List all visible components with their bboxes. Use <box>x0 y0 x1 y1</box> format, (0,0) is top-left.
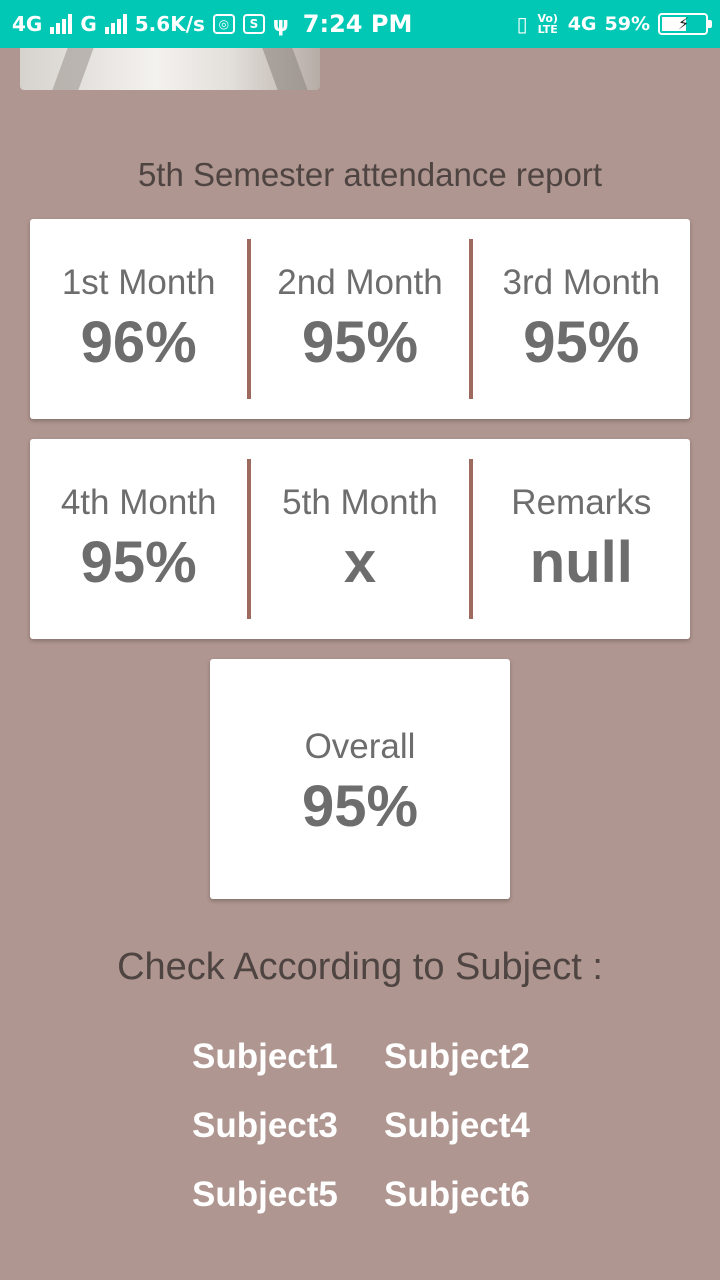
month-1-cell: 1st Month 96% <box>30 239 247 399</box>
month-2-value: 95% <box>301 310 419 375</box>
month-4-value: 95% <box>80 530 197 595</box>
battery-icon: ⚡ <box>658 13 712 35</box>
subject-2-link[interactable]: Subject2 <box>384 1036 544 1078</box>
month-2-label: 2nd Month <box>277 263 443 302</box>
month-5-label: 5th Month <box>282 483 438 522</box>
month-5-value: x <box>343 530 377 595</box>
subject-6-link[interactable]: Subject6 <box>384 1174 544 1216</box>
subject-list: Subject1 Subject2 Subject3 Subject4 Subj… <box>192 1036 544 1216</box>
month-1-label: 1st Month <box>61 263 216 302</box>
network-type-3: 4G <box>567 13 597 35</box>
status-bar: 4G G 5.6K/s ◎ S ψ 7:24 PM ▯ Vo) LTE 4G 5… <box>0 0 720 48</box>
subject-5-link[interactable]: Subject5 <box>192 1174 384 1216</box>
overall-value: 95% <box>301 774 419 839</box>
report-title: 5th Semester attendance report <box>137 156 603 193</box>
month-4-label: 4th Month <box>60 483 217 522</box>
overall-label: Overall <box>304 727 416 766</box>
signal-icon-2 <box>104 14 127 34</box>
network-speed: 5.6K/s <box>134 12 205 36</box>
subjects-title: Check According to Subject : <box>117 946 603 988</box>
month-3-value: 95% <box>523 310 640 375</box>
month-2-cell: 2nd Month 95% <box>247 239 468 399</box>
vibrate-icon: ▯ <box>516 12 528 36</box>
usb-icon: ψ <box>272 12 289 36</box>
month-1-value: 96% <box>80 310 197 375</box>
network-type-2: G <box>80 12 97 36</box>
month-5-cell: 5th Month x <box>247 459 468 619</box>
remarks-label: Remarks <box>511 483 652 522</box>
status-right: ▯ Vo) LTE 4G 59% ⚡ <box>516 12 712 36</box>
subject-4-link[interactable]: Subject4 <box>384 1105 544 1147</box>
months-card-1: 1st Month 96% 2nd Month 95% 3rd Month 95… <box>30 219 690 419</box>
status-left: 4G G 5.6K/s ◎ S ψ 7:24 PM <box>12 10 412 38</box>
signal-icon <box>50 14 73 34</box>
remarks-value: null <box>529 530 633 595</box>
month-3-label: 3rd Month <box>502 263 661 302</box>
subject-1-link[interactable]: Subject1 <box>192 1036 384 1078</box>
subject-3-link[interactable]: Subject3 <box>192 1105 384 1147</box>
months-card-2: 4th Month 95% 5th Month x Remarks null <box>30 439 690 639</box>
month-3-cell: 3rd Month 95% <box>468 239 690 399</box>
profile-photo <box>20 48 320 90</box>
clock: 7:24 PM <box>302 10 413 38</box>
network-type-1: 4G <box>12 12 43 36</box>
instagram-icon: ◎ <box>212 14 235 34</box>
remarks-cell: Remarks null <box>468 459 690 619</box>
volte-icon: Vo) LTE <box>537 12 558 36</box>
screenshot-icon: S <box>242 14 265 34</box>
month-4-cell: 4th Month 95% <box>30 459 247 619</box>
overall-card: Overall 95% <box>210 659 510 899</box>
battery-percent: 59% <box>604 13 650 35</box>
